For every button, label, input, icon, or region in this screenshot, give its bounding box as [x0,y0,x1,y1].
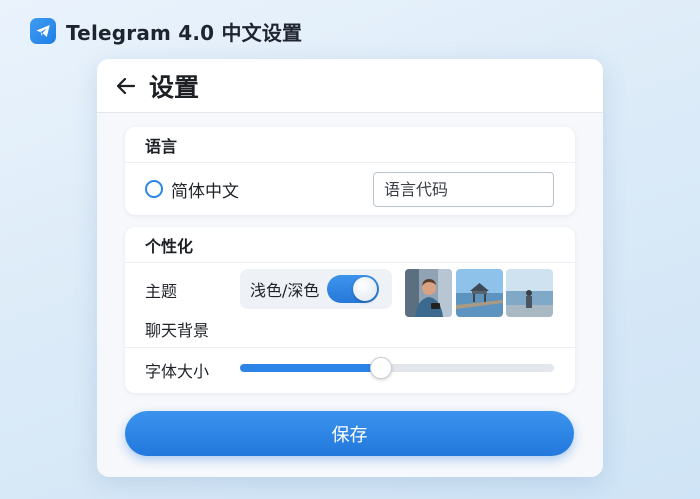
font-size-slider-fill [240,364,382,372]
telegram-plane-icon [30,18,56,44]
theme-toggle-group: 浅色/深色 [240,269,392,309]
language-option-label: 简体中文 [171,181,239,202]
language-section-title: 语言 [125,127,575,163]
language-section: 语言 简体中文 [125,127,575,215]
page-title: 设置 [149,72,200,102]
settings-window: 设置 语言 简体中文 个性化 主题 浅色/深色 [97,59,603,477]
language-radio[interactable] [145,180,163,198]
save-button[interactable]: 保存 [125,411,574,456]
theme-label: 主题 [145,282,178,301]
back-button[interactable] [113,73,139,99]
pier-pavilion-thumbnail[interactable] [456,269,503,317]
app-title: Telegram 4.0 中文设置 [66,20,303,45]
font-size-label: 字体大小 [145,362,210,381]
person-on-beach-thumbnail[interactable] [506,269,553,317]
section-divider [125,347,575,348]
language-option-row: 简体中文 [125,163,575,215]
personalization-section-title: 个性化 [125,227,575,263]
theme-toggle[interactable] [327,275,380,303]
settings-header: 设置 [97,59,603,113]
font-size-slider-handle[interactable] [370,357,393,379]
man-with-phone-thumbnail[interactable] [405,269,452,317]
font-size-slider[interactable] [240,357,554,379]
toggle-knob [353,277,378,301]
language-code-input[interactable] [373,172,554,207]
app-header: Telegram 4.0 中文设置 [30,16,302,46]
theme-toggle-label: 浅色/深色 [250,281,320,300]
chat-background-label: 聊天背景 [145,321,210,340]
personalization-section: 个性化 主题 浅色/深色 聊天背景 字体大小 [125,227,575,393]
arrow-left-icon [116,77,136,94]
